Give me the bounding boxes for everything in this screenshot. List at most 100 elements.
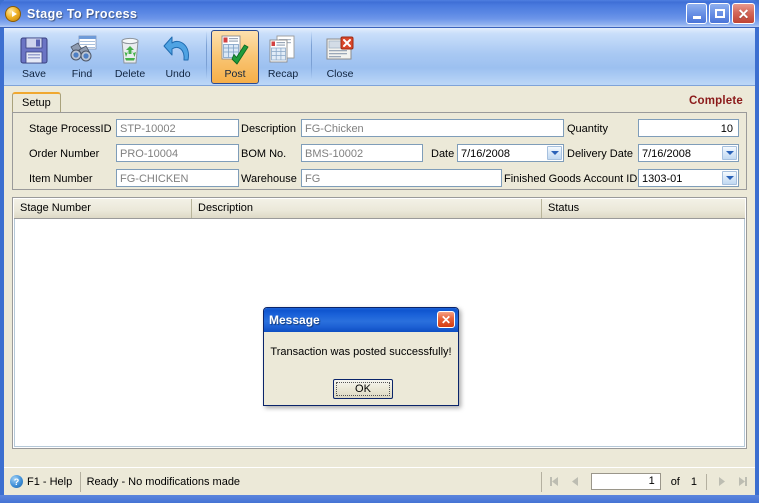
label-date: Date [431, 148, 455, 160]
post-button[interactable]: Post [211, 30, 259, 84]
recycle-bin-icon [113, 33, 147, 67]
finished-goods-account-value: 1303-01 [642, 173, 683, 185]
save-label: Save [22, 68, 46, 80]
dialog-close-button[interactable]: ✕ [437, 311, 455, 328]
delivery-date-combo-value: 7/16/2008 [642, 148, 691, 160]
dialog-title: Message [269, 313, 320, 327]
quantity-input[interactable]: 10 [638, 119, 739, 137]
label-bom-no: BOM No. [241, 148, 287, 160]
dialog-body: Transaction was posted successfully! OK [265, 332, 457, 404]
label-delivery-date: Delivery Date [567, 148, 634, 160]
tab-setup-label: Setup [22, 97, 51, 109]
close-icon: ✕ [440, 312, 452, 327]
binoculars-icon [65, 33, 99, 67]
total-records-label: 1 [690, 475, 697, 488]
find-button[interactable]: Find [58, 30, 106, 84]
status-badge: Complete [689, 95, 743, 107]
label-order-number: Order Number [29, 148, 100, 160]
last-record-button[interactable] [733, 473, 751, 491]
form-panel: Stage ProcessID STP-10002 Description FG… [12, 112, 747, 190]
floppy-disk-icon [17, 33, 51, 67]
record-of-label: of [670, 475, 680, 488]
date-combo[interactable]: 7/16/2008 [457, 144, 564, 162]
main-toolbar: Save Find Delete Undo Post Recap Close [4, 28, 755, 86]
status-bar: ? F1 - Help Ready - No modifications mad… [4, 467, 755, 495]
application-window: Stage To Process ✕ Save Find Delete Undo… [0, 0, 759, 503]
grid-column-status[interactable]: Status [542, 199, 747, 218]
window-title: Stage To Process [27, 7, 138, 21]
order-number-input[interactable]: PRO-10004 [116, 144, 239, 162]
date-combo-value: 7/16/2008 [461, 148, 510, 160]
previous-record-icon [572, 477, 579, 486]
next-record-icon [718, 477, 725, 486]
warehouse-input[interactable]: FG [301, 169, 502, 187]
label-description: Description [241, 123, 297, 135]
maximize-button[interactable] [709, 3, 730, 24]
tab-strip: Setup Complete [12, 92, 747, 113]
undo-button[interactable]: Undo [154, 30, 202, 84]
navigator-separator [706, 473, 707, 490]
label-stage-process-id: Stage ProcessID [29, 123, 112, 135]
find-label: Find [71, 68, 93, 80]
label-finished-goods-account-id: Finished Goods Account ID [504, 173, 638, 185]
delete-button[interactable]: Delete [106, 30, 154, 84]
item-number-input[interactable]: FG-CHICKEN [116, 169, 239, 187]
post-label: Post [224, 68, 246, 80]
help-panel[interactable]: ? F1 - Help [4, 471, 81, 492]
close-button[interactable]: ✕ [732, 3, 755, 24]
recap-button[interactable]: Recap [259, 30, 307, 84]
grid-header-row: Stage Number Description Status [14, 199, 745, 219]
undo-arrow-icon [161, 33, 195, 67]
dialog-message: Transaction was posted successfully! [270, 346, 452, 358]
close-document-icon [323, 33, 357, 67]
client-area: Setup Complete Stage ProcessID STP-10002… [4, 86, 755, 467]
last-record-icon [738, 477, 747, 486]
window-bottom-border [0, 495, 759, 503]
close-form-button[interactable]: Close [316, 30, 364, 84]
dialog-title-bar[interactable]: Message [264, 308, 458, 332]
delivery-date-combo[interactable]: 7/16/2008 [638, 144, 739, 162]
label-quantity: Quantity [567, 123, 608, 135]
minimize-button[interactable] [686, 3, 707, 24]
record-navigator: 1 of 1 [542, 472, 755, 492]
title-bar-content: Stage To Process [5, 3, 754, 25]
process-circle-icon [5, 6, 21, 22]
current-record-input[interactable]: 1 [590, 473, 661, 490]
focus-rectangle [336, 382, 390, 396]
first-record-button[interactable] [546, 473, 564, 491]
recap-label: Recap [267, 68, 299, 80]
save-button[interactable]: Save [10, 30, 58, 84]
chevron-down-icon[interactable] [722, 171, 737, 185]
chevron-down-icon[interactable] [722, 146, 737, 160]
stage-process-id-input[interactable]: STP-10002 [116, 119, 239, 137]
description-input[interactable]: FG-Chicken [301, 119, 564, 137]
undo-label: Undo [165, 68, 191, 80]
finished-goods-account-combo[interactable]: 1303-01 [638, 169, 739, 187]
recap-pages-icon [266, 33, 300, 67]
question-mark-icon: ? [10, 475, 23, 488]
window-controls: ✕ [686, 3, 755, 24]
help-label: F1 - Help [27, 475, 73, 488]
grid-column-stage-number[interactable]: Stage Number [14, 199, 192, 218]
minimize-icon [692, 15, 701, 19]
delete-label: Delete [114, 68, 146, 80]
label-item-number: Item Number [29, 173, 93, 185]
message-dialog: Message ✕ Transaction was posted success… [263, 307, 459, 406]
previous-record-button[interactable] [567, 473, 585, 491]
bom-no-input[interactable]: BMS-10002 [301, 144, 423, 162]
close-label: Close [326, 68, 354, 80]
maximize-icon [714, 9, 725, 18]
dialog-ok-button[interactable]: OK [333, 379, 393, 399]
status-message-panel: Ready - No modifications made [81, 472, 541, 492]
status-message: Ready - No modifications made [86, 475, 241, 488]
chevron-down-icon[interactable] [547, 146, 562, 160]
tab-setup[interactable]: Setup [12, 92, 61, 113]
toolbar-separator-2 [311, 31, 312, 79]
first-record-icon [550, 477, 559, 486]
post-check-icon [218, 33, 252, 67]
close-icon: ✕ [737, 5, 750, 22]
label-warehouse: Warehouse [241, 173, 297, 185]
title-bar[interactable]: Stage To Process ✕ [0, 0, 759, 28]
next-record-button[interactable] [712, 473, 730, 491]
grid-column-description[interactable]: Description [192, 199, 542, 218]
